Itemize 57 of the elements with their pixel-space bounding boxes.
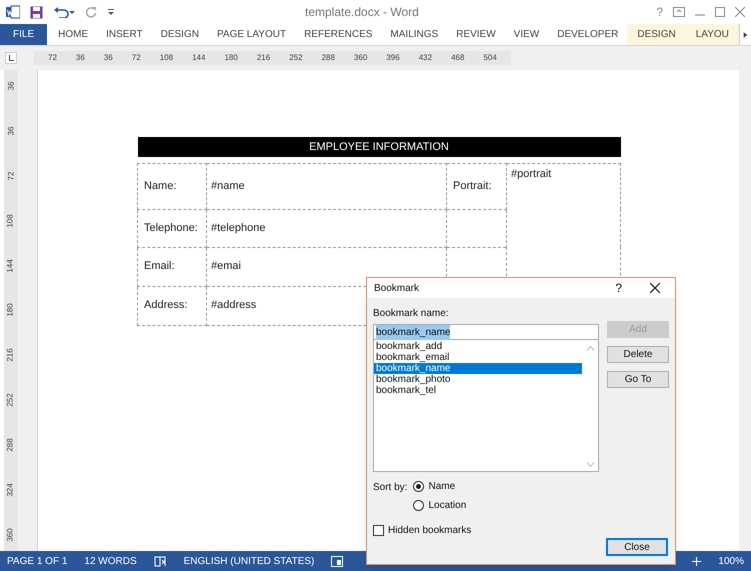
table-cell: Telephone: bbox=[138, 209, 206, 247]
page-count[interactable]: PAGE 1 OF 1 bbox=[7, 554, 68, 568]
zoom-in-icon[interactable] bbox=[692, 556, 702, 566]
word-logo-icon[interactable] bbox=[6, 5, 20, 19]
maximize-icon[interactable] bbox=[715, 7, 725, 17]
table-header: EMPLOYEE INFORMATION bbox=[138, 137, 620, 157]
checkbox-label[interactable]: Hidden bookmarks bbox=[388, 523, 472, 538]
radio-button[interactable] bbox=[413, 500, 424, 511]
sort-label: Sort by: bbox=[373, 481, 408, 495]
ribbon-tab[interactable]: FILE bbox=[0, 24, 48, 45]
table-cell: Name: bbox=[138, 163, 206, 209]
vertical-ruler[interactable]: 36 36 72 108 144 180 216 252 288 324 360 bbox=[4, 70, 18, 551]
dialog-button[interactable]: Delete bbox=[607, 346, 669, 363]
word-count[interactable]: 12 WORDS bbox=[84, 554, 137, 568]
bookmark-name-field[interactable]: bookmark_name bbox=[373, 324, 599, 340]
table-cell: #telephone bbox=[206, 209, 446, 247]
ribbon-tab[interactable]: INSERT bbox=[97, 24, 152, 45]
radio-label[interactable]: Name bbox=[428, 479, 456, 494]
table-cell: #name bbox=[206, 163, 446, 209]
list-item[interactable]: bookmark_tel bbox=[374, 385, 582, 396]
checkbox[interactable] bbox=[373, 525, 384, 536]
ribbon-tab[interactable]: PAGE LAYOUT bbox=[208, 24, 296, 45]
table-cell: Portrait: bbox=[446, 163, 506, 209]
ribbon-tab[interactable]: REVIEW bbox=[447, 24, 505, 45]
ribbon-tab[interactable]: DESIGN bbox=[627, 24, 686, 45]
window-title: template.docx - Word bbox=[305, 4, 419, 21]
zoom-level[interactable]: 100% bbox=[718, 554, 744, 568]
ribbon-display-icon[interactable] bbox=[673, 7, 685, 17]
ribbon-tab[interactable]: DESIGN bbox=[152, 24, 208, 45]
list-item[interactable]: bookmark_email bbox=[374, 352, 582, 363]
tab-selector-icon[interactable] bbox=[5, 52, 17, 64]
close-button[interactable]: Close bbox=[606, 538, 668, 556]
ribbon-tab[interactable]: DEVELOPER bbox=[548, 24, 628, 45]
dialog-button[interactable]: Go To bbox=[607, 371, 669, 388]
undo-icon[interactable] bbox=[53, 6, 75, 18]
close-icon[interactable] bbox=[650, 283, 660, 293]
ribbon-tab[interactable]: MAILINGS bbox=[381, 24, 448, 45]
list-item[interactable]: bookmark_photo bbox=[374, 374, 582, 385]
bookmark-list[interactable]: bookmark_add bookmark_email bookmark_name bookmark_photo bookmark_tel bbox=[373, 340, 599, 472]
horizontal-ruler[interactable]: 72 36 36 72 108 144 180 216 252 288 360 396 432 468 504 bbox=[34, 51, 511, 65]
language-status[interactable]: ENGLISH (UNITED STATES) bbox=[184, 554, 314, 568]
radio-button[interactable] bbox=[413, 481, 424, 492]
ribbon-tab[interactable]: REFERENCES bbox=[295, 24, 382, 45]
table-cell: Address: bbox=[138, 286, 206, 325]
radio-label[interactable]: Location bbox=[428, 498, 466, 513]
ribbon-tab[interactable]: HOME bbox=[49, 24, 98, 45]
customize-icon[interactable] bbox=[107, 8, 115, 16]
macro-icon[interactable] bbox=[331, 556, 344, 566]
save-icon[interactable] bbox=[30, 6, 43, 18]
help-button[interactable]: ? bbox=[656, 3, 663, 21]
proofing-icon[interactable] bbox=[154, 556, 167, 566]
table-cell: Email: bbox=[138, 247, 206, 286]
ribbon-tab[interactable]: VIEW bbox=[504, 24, 548, 45]
help-button[interactable]: ? bbox=[615, 279, 622, 297]
list-item[interactable]: bookmark_add bbox=[374, 341, 582, 352]
ribbon-tab[interactable]: LAYOU bbox=[686, 24, 739, 45]
list-item[interactable]: bookmark_name bbox=[374, 363, 582, 374]
